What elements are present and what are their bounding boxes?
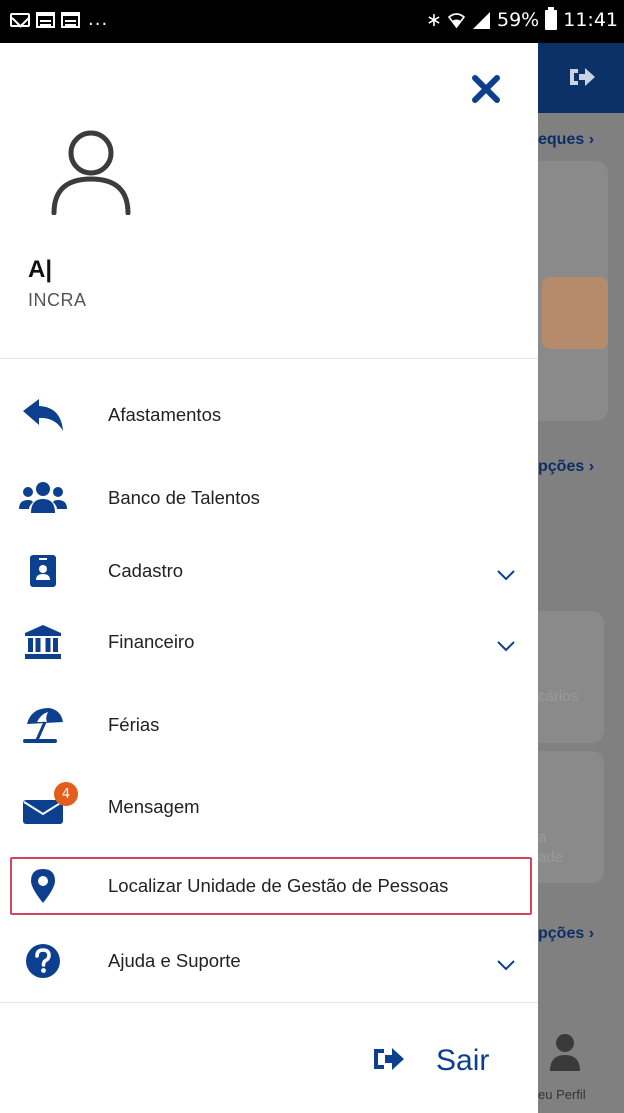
menu-item-mensagem[interactable]: 4 Mensagem bbox=[0, 777, 538, 837]
mail-notification-icon bbox=[10, 13, 30, 27]
menu-item-localizar-unidade[interactable]: Localizar Unidade de Gestão de Pessoas bbox=[0, 857, 538, 915]
logout-button[interactable]: Sair bbox=[372, 1038, 489, 1084]
background-link-options-1: pções › bbox=[538, 458, 595, 475]
unread-count-badge: 4 bbox=[54, 782, 78, 806]
status-bar: ... ∗ 59% 11:41 bbox=[0, 0, 624, 43]
header-divider bbox=[0, 358, 538, 359]
background-link-options-2: pções › bbox=[538, 925, 595, 942]
beach-umbrella-icon bbox=[18, 700, 68, 750]
menu-label-localizar-unidade: Localizar Unidade de Gestão de Pessoas bbox=[108, 875, 449, 896]
question-circle-icon bbox=[18, 936, 68, 986]
menu-label-afastamentos: Afastamentos bbox=[108, 404, 222, 425]
background-image-thumb bbox=[542, 277, 608, 349]
clock: 11:41 bbox=[563, 8, 618, 31]
menu-item-cadastro[interactable]: Cadastro bbox=[0, 541, 538, 601]
logout-icon bbox=[372, 1045, 406, 1078]
background-card-2 bbox=[538, 611, 604, 743]
background-text-3: ade bbox=[538, 849, 564, 866]
battery-percent: 59% bbox=[497, 8, 540, 31]
id-badge-icon bbox=[18, 546, 68, 596]
close-icon bbox=[471, 74, 501, 109]
navigation-drawer: A| INCRA Afastamentos Banco de Talentos bbox=[0, 43, 538, 1113]
background-link-top: eques › bbox=[538, 131, 595, 148]
close-drawer-button[interactable] bbox=[466, 71, 506, 111]
envelope-icon: 4 bbox=[18, 782, 78, 832]
menu-item-afastamentos[interactable]: Afastamentos bbox=[0, 385, 538, 445]
menu-label-financeiro: Financeiro bbox=[108, 631, 195, 652]
signal-strength-icon bbox=[471, 11, 491, 29]
menu-label-ferias: Férias bbox=[108, 714, 160, 735]
background-text-2: a bbox=[538, 829, 547, 846]
background-app-header bbox=[538, 43, 624, 113]
bluetooth-icon: ∗ bbox=[426, 8, 442, 31]
more-notifications-indicator: ... bbox=[88, 9, 109, 30]
menu-label-mensagem: Mensagem bbox=[108, 796, 200, 817]
background-app-scrim[interactable]: eques › pções › cários a ade pções › eu … bbox=[538, 43, 624, 1113]
user-organization: INCRA bbox=[28, 290, 87, 310]
menu-label-ajuda-e-suporte: Ajuda e Suporte bbox=[108, 950, 241, 971]
chevron-down-icon[interactable] bbox=[492, 955, 520, 975]
calendar-notification-icon-2 bbox=[61, 12, 80, 28]
menu-item-banco-de-talentos[interactable]: Banco de Talentos bbox=[0, 468, 538, 528]
menu-label-cadastro: Cadastro bbox=[108, 560, 184, 581]
menu-item-financeiro[interactable]: Financeiro bbox=[0, 612, 538, 672]
calendar-notification-icon bbox=[36, 12, 55, 28]
logout-label: Sair bbox=[436, 1044, 490, 1077]
background-text-1: cários bbox=[538, 688, 579, 705]
logout-icon-bg bbox=[568, 65, 596, 94]
user-avatar-icon bbox=[50, 129, 132, 216]
background-profile-label: eu Perfil bbox=[538, 1087, 586, 1102]
menu-label-banco-de-talentos: Banco de Talentos bbox=[108, 487, 260, 508]
footer-divider bbox=[0, 1002, 538, 1003]
battery-icon bbox=[545, 7, 558, 30]
profile-icon-bg bbox=[548, 1033, 582, 1073]
bank-building-icon bbox=[18, 617, 68, 667]
chevron-down-icon[interactable] bbox=[492, 565, 520, 585]
menu-item-ferias[interactable]: Férias bbox=[0, 695, 538, 755]
wifi-icon bbox=[448, 12, 465, 29]
people-group-icon bbox=[18, 473, 68, 523]
chevron-down-icon[interactable] bbox=[492, 636, 520, 656]
user-name: A| bbox=[28, 256, 53, 283]
map-pin-icon bbox=[18, 861, 68, 911]
menu-item-ajuda-e-suporte[interactable]: Ajuda e Suporte bbox=[0, 931, 538, 991]
reply-arrow-icon bbox=[18, 390, 68, 440]
